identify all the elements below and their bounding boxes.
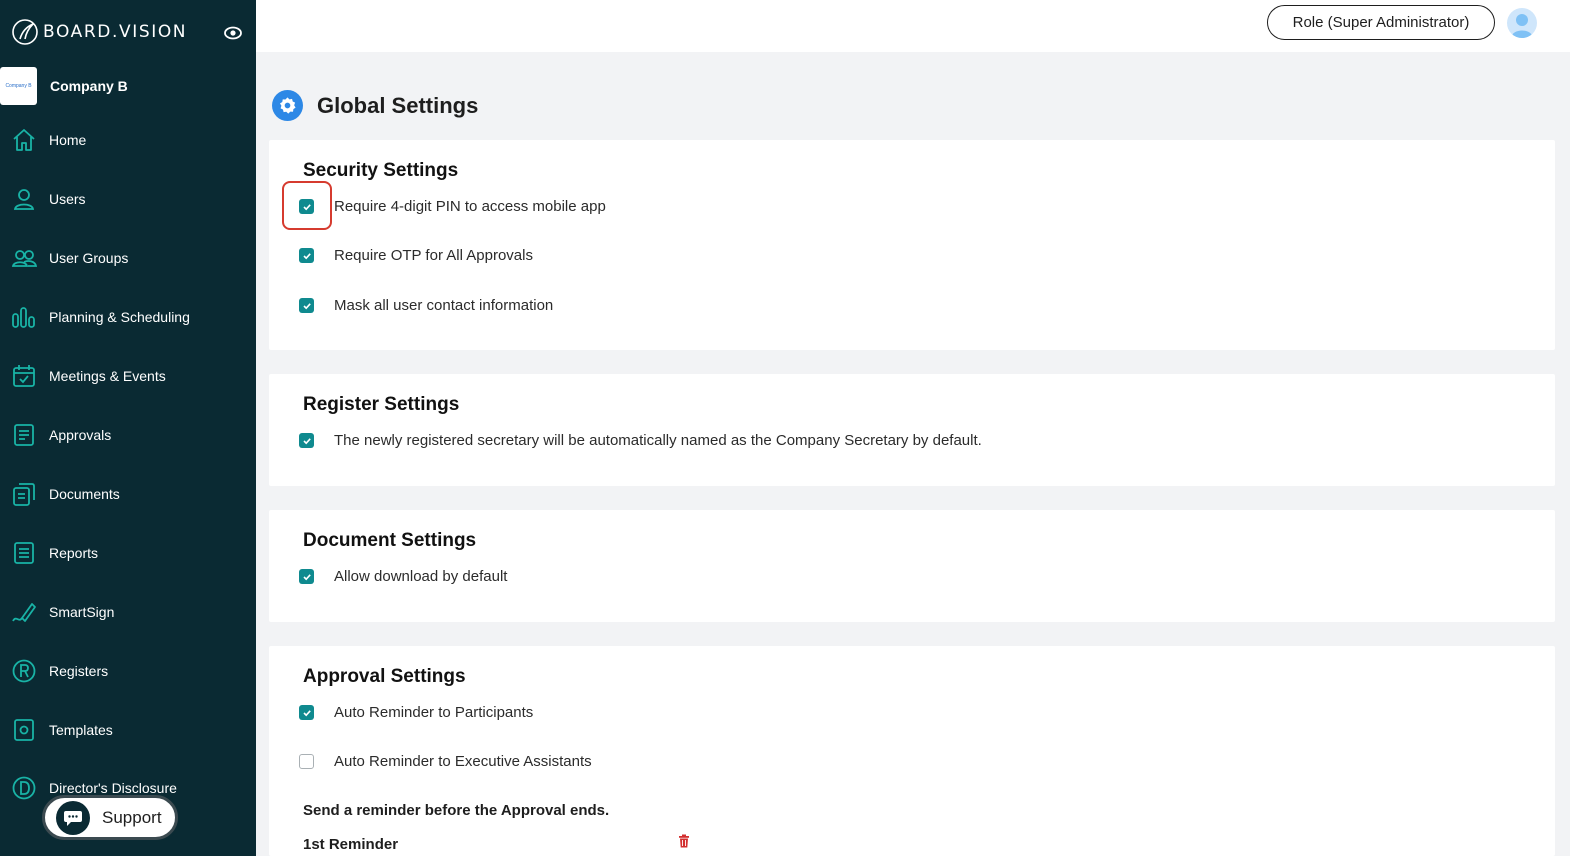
sidebar-item-meetings-events[interactable]: Meetings & Events [0, 356, 256, 396]
sidebar-item-reports[interactable]: Reports [0, 533, 256, 573]
approval-doc-icon [14, 424, 34, 446]
page-header: Global Settings [272, 90, 478, 121]
page-title: Global Settings [317, 92, 479, 118]
sidebar-item-label: Registers [49, 663, 109, 679]
checkbox-label: Mask all user contact information [334, 297, 554, 314]
sidebar-item-planning-scheduling[interactable]: Planning & Scheduling [0, 297, 256, 337]
checkbox-unchecked-icon [299, 754, 314, 769]
board-vision-logo-icon [12, 19, 38, 45]
checkbox-checked-icon [299, 248, 314, 263]
security-settings-title: Security Settings [303, 160, 459, 181]
users-icon [11, 250, 37, 267]
sidebar-item-label: Home [49, 132, 87, 148]
sidebar-item-registers[interactable]: Registers [0, 651, 256, 691]
brand-name: BOARD.VISION [43, 22, 188, 42]
sidebar-item-home[interactable]: Home [0, 120, 256, 160]
company-logo: Company B [0, 67, 37, 105]
sidebar-item-label: Users [49, 191, 86, 207]
checkbox-label: Allow download by default [334, 568, 508, 585]
company-secretary-checkbox[interactable]: The newly registered secretary will be a… [299, 432, 982, 449]
checkbox-label: Auto Reminder to Executive Assistants [334, 753, 592, 770]
auto-reminder-executive-assistants-checkbox[interactable]: Auto Reminder to Executive Assistants [299, 753, 592, 770]
checkbox-label: Require 4-digit PIN to access mobile app [334, 198, 606, 215]
gear-icon [272, 90, 303, 121]
sidebar-item-label: SmartSign [49, 604, 115, 620]
security-settings-card: Security Settings Require 4-digit PIN to… [269, 140, 1555, 350]
sidebar-item-label: Approvals [49, 427, 112, 443]
checkbox-label: The newly registered secretary will be a… [334, 432, 982, 449]
sidebar-item-approvals[interactable]: Approvals [0, 415, 256, 455]
sidebar-item-documents[interactable]: Documents [0, 474, 256, 514]
template-icon [14, 719, 34, 741]
pin-setting-checkbox[interactable]: Require 4-digit PIN to access mobile app [299, 198, 606, 215]
sidebar-item-smartsign[interactable]: SmartSign [0, 592, 256, 632]
sidebar-item-label: Meetings & Events [49, 368, 166, 384]
approval-settings-title: Approval Settings [303, 666, 466, 687]
documents-icon [13, 483, 35, 506]
support-button[interactable]: Support [42, 795, 178, 840]
checkbox-checked-icon [299, 569, 314, 584]
first-reminder-label: 1st Reminder [303, 836, 399, 853]
register-settings-card: Register Settings The newly registered s… [269, 374, 1555, 486]
sidebar-item-label: Templates [49, 722, 113, 738]
home-icon [13, 129, 35, 151]
report-list-icon [14, 542, 34, 564]
role-button[interactable]: Role (Super Administrator) [1267, 5, 1495, 40]
mask-contact-checkbox[interactable]: Mask all user contact information [299, 297, 553, 314]
sidebar-item-label: User Groups [49, 250, 129, 266]
calendar-icon [13, 365, 35, 387]
sidebar-item-label: Documents [49, 486, 120, 502]
chat-bubble-icon [56, 800, 90, 835]
otp-setting-checkbox[interactable]: Require OTP for All Approvals [299, 247, 533, 264]
bars-icon [12, 307, 35, 328]
company-switcher[interactable]: Company B Company B [0, 67, 128, 105]
sidebar-item-label: Planning & Scheduling [49, 309, 190, 325]
sidebar-item-label: Reports [49, 545, 99, 561]
checkbox-checked-icon [299, 433, 314, 448]
d-circle-icon [12, 776, 36, 800]
approval-settings-card: Approval Settings Auto Reminder to Parti… [269, 646, 1555, 856]
checkbox-label: Auto Reminder to Participants [334, 704, 534, 721]
sidebar-item-label: Director's Disclosure [49, 780, 177, 796]
checkbox-label: Require OTP for All Approvals [334, 247, 533, 264]
checkbox-checked-icon [299, 199, 314, 214]
sidebar-item-users[interactable]: Users [0, 179, 256, 219]
sidebar-item-user-groups[interactable]: User Groups [0, 238, 256, 278]
trash-icon[interactable] [678, 834, 690, 848]
register-settings-title: Register Settings [303, 394, 460, 415]
document-settings-card: Document Settings Allow download by defa… [269, 510, 1555, 622]
registered-circle-icon [12, 659, 36, 683]
document-settings-title: Document Settings [303, 530, 477, 551]
user-icon [13, 189, 35, 210]
pen-signature-icon [12, 603, 36, 622]
checkbox-checked-icon [299, 705, 314, 720]
avatar[interactable] [1507, 8, 1537, 38]
user-avatar-icon [1511, 14, 1533, 38]
support-label: Support [102, 807, 162, 827]
sidebar-item-templates[interactable]: Templates [0, 710, 256, 750]
eye-toggle-icon[interactable] [223, 25, 243, 41]
allow-download-checkbox[interactable]: Allow download by default [299, 568, 507, 585]
reminder-heading: Send a reminder before the Approval ends… [303, 802, 610, 819]
checkbox-checked-icon [299, 298, 314, 313]
brand-logo[interactable]: BOARD.VISION [11, 18, 187, 46]
sidebar: BOARD.VISION Company B Company B Home Us… [0, 0, 256, 856]
top-bar: Role (Super Administrator) [256, 0, 1570, 52]
auto-reminder-participants-checkbox[interactable]: Auto Reminder to Participants [299, 704, 533, 721]
company-name: Company B [50, 78, 128, 94]
